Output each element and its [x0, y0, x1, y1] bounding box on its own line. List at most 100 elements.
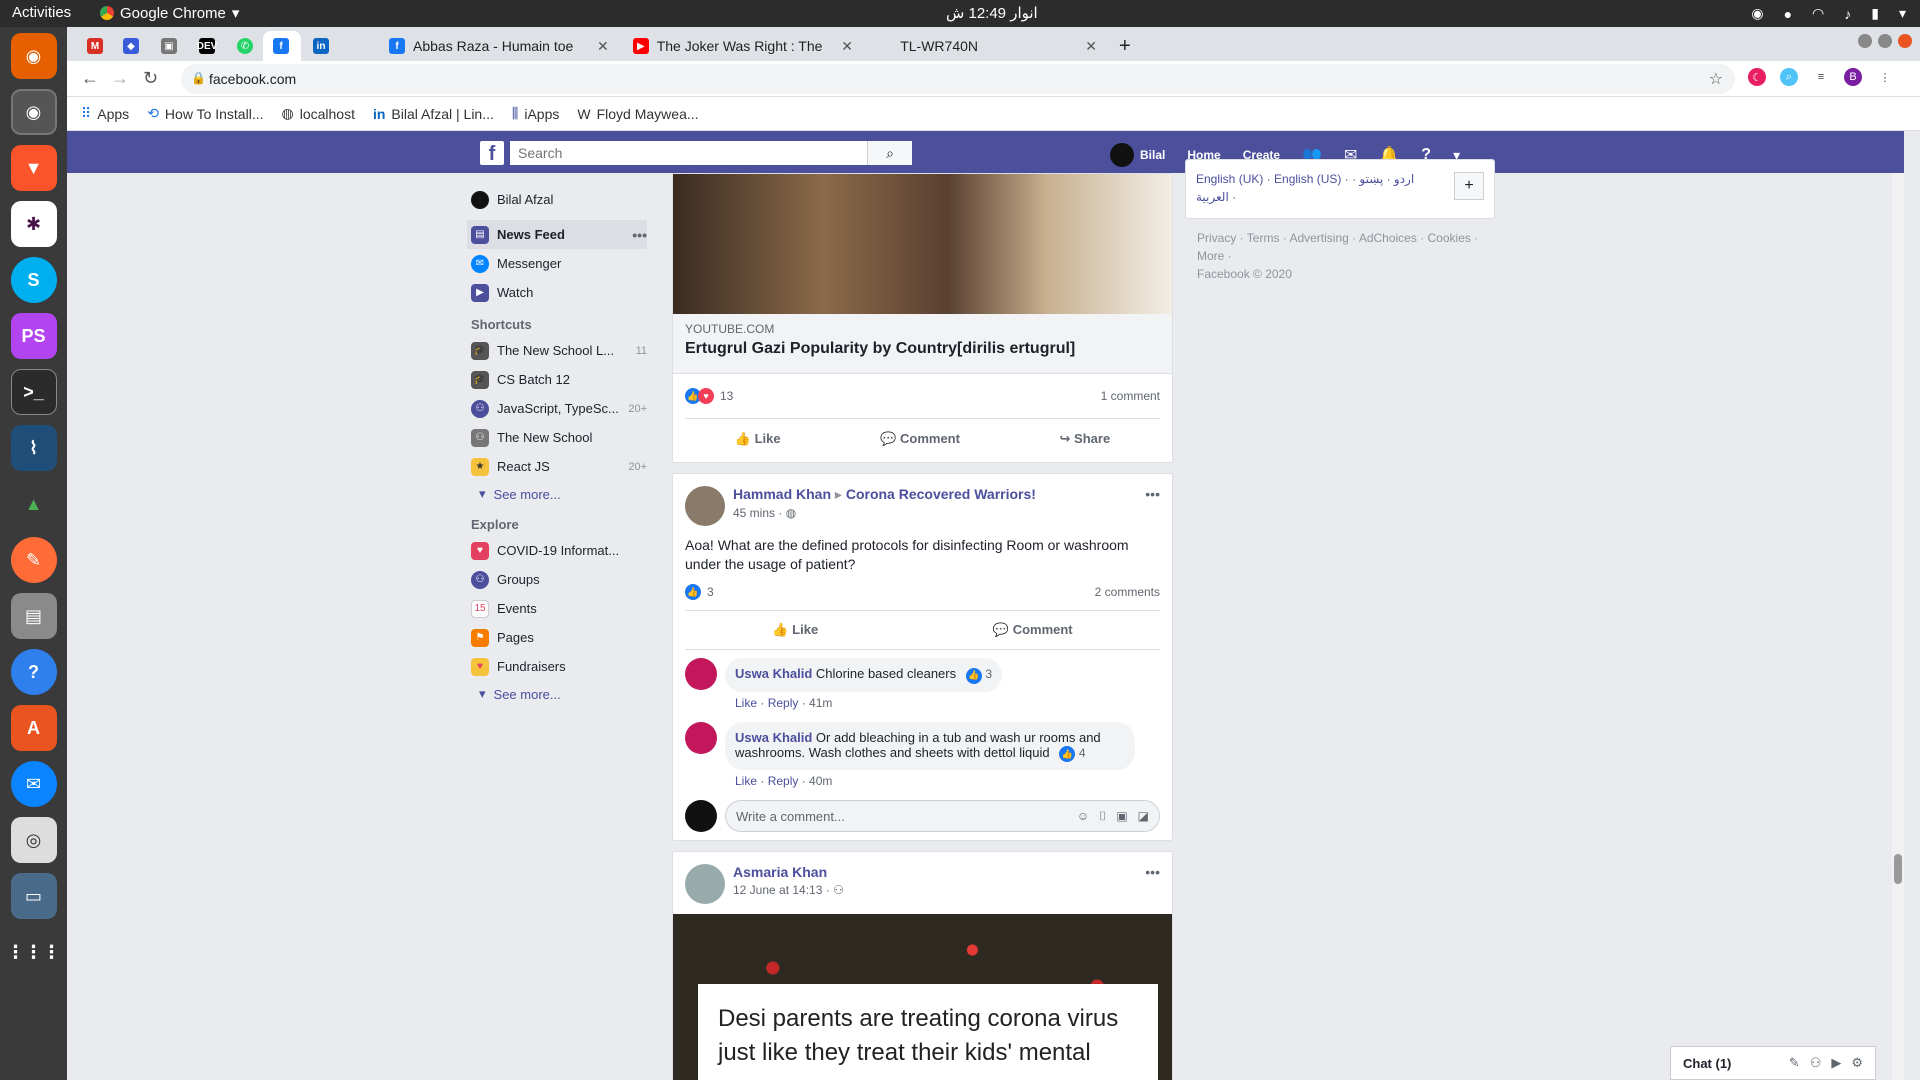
reload-button[interactable]: ↻: [143, 68, 158, 89]
lock-icon[interactable]: 🔒: [191, 71, 206, 85]
software-center-icon[interactable]: A: [10, 705, 57, 751]
back-button[interactable]: ←: [81, 68, 99, 89]
comment-like-link[interactable]: Like: [735, 774, 757, 788]
comment-time[interactable]: 41m: [809, 696, 832, 710]
sticker-icon[interactable]: ◪: [1138, 809, 1149, 824]
pinned-tab-dev[interactable]: DEV: [189, 31, 225, 61]
system-tray[interactable]: ◉ ● ◠ ♪ ▮ ▾: [1751, 5, 1906, 22]
minimize-button[interactable]: [1858, 34, 1872, 48]
shortcut-item[interactable]: ⚇ The New School: [467, 423, 647, 452]
comment-like-link[interactable]: Like: [735, 696, 757, 710]
comment-reply-link[interactable]: Reply: [768, 774, 799, 788]
gif-icon[interactable]: ▣: [1116, 809, 1127, 824]
like-button[interactable]: 👍 Like: [772, 622, 818, 638]
tab-router[interactable]: TL-WR740N ✕: [867, 31, 1107, 61]
post-time[interactable]: 45 mins ·: [733, 506, 782, 520]
close-icon[interactable]: ✕: [597, 38, 609, 55]
shortcut-item[interactable]: 🎓 The New School L... 11: [467, 336, 647, 365]
reaction-count[interactable]: 13: [720, 389, 733, 403]
explore-item-pages[interactable]: ⚑ Pages: [467, 623, 647, 652]
gear-icon[interactable]: ⚙: [1851, 1055, 1863, 1071]
post-time[interactable]: 12 June at 14:13 ·: [733, 883, 830, 897]
help-icon[interactable]: ?: [10, 649, 57, 695]
forward-button[interactable]: →: [111, 68, 129, 89]
chrome-icon[interactable]: ◉: [10, 89, 57, 135]
record-icon[interactable]: ●: [1784, 6, 1792, 22]
comment-input[interactable]: Write a comment...: [736, 809, 845, 824]
page-scrollbar[interactable]: [1892, 173, 1904, 1080]
bookmark-apps[interactable]: ⠿ Apps: [81, 105, 129, 122]
link-preview[interactable]: YOUTUBE.COM Ertugrul Gazi Popularity by …: [673, 314, 1172, 374]
add-language-button[interactable]: +: [1454, 172, 1484, 200]
friends-icon[interactable]: ⚇: [1810, 1055, 1822, 1071]
new-tab-button[interactable]: +: [1109, 31, 1141, 61]
pinned-tab-gmail[interactable]: M: [77, 31, 113, 61]
camera-icon[interactable]: ⌷: [1099, 809, 1106, 824]
comment-reaction-count[interactable]: 4: [1079, 746, 1086, 760]
terminal-icon[interactable]: >_: [10, 369, 57, 415]
thunderbird-icon[interactable]: ✉: [10, 761, 57, 807]
close-icon[interactable]: ✕: [841, 38, 853, 55]
phpstorm-icon[interactable]: PS: [10, 313, 57, 359]
search-input[interactable]: [510, 141, 880, 165]
close-window-button[interactable]: [1898, 34, 1912, 48]
comment-button[interactable]: 💬 Comment: [993, 622, 1073, 638]
avatar[interactable]: [685, 721, 717, 754]
like-button[interactable]: 👍 Like: [735, 431, 781, 447]
link-preview-image[interactable]: [673, 174, 1172, 314]
post-author[interactable]: Hammad Khan: [733, 486, 831, 502]
maximize-button[interactable]: [1878, 34, 1892, 48]
search-icon[interactable]: ⌕: [867, 141, 912, 165]
sidebar-item-messenger[interactable]: ✉ Messenger: [467, 249, 647, 278]
comment-count[interactable]: 2 comments: [1095, 585, 1160, 599]
footer-links[interactable]: Privacy · Terms · Advertising · AdChoice…: [1197, 229, 1497, 265]
facebook-logo-icon[interactable]: f: [480, 141, 504, 165]
wifi-icon[interactable]: ◠: [1812, 5, 1824, 22]
postman-icon[interactable]: ✎: [10, 537, 57, 583]
pinned-tab-facebook[interactable]: f: [263, 31, 301, 61]
comment-button[interactable]: 💬 Comment: [880, 431, 960, 447]
comment-reaction-count[interactable]: 3: [985, 667, 992, 681]
avatar[interactable]: [685, 658, 717, 690]
comment-input-box[interactable]: Write a comment... ☺ ⌷ ▣ ◪: [725, 800, 1160, 832]
speaker-icon[interactable]: ◎: [10, 817, 57, 863]
show-apps-icon[interactable]: ⋮⋮⋮: [7, 929, 61, 975]
more-options-icon[interactable]: •••: [1145, 864, 1160, 904]
tab-abbas-raza[interactable]: f Abbas Raza - Humain toe ✕: [379, 31, 619, 61]
pinned-tab-whatsapp[interactable]: ✆: [227, 31, 263, 61]
bookmark-linkedin[interactable]: in Bilal Afzal | Lin...: [373, 106, 494, 122]
kebab-menu-icon[interactable]: ⋮: [1876, 68, 1894, 86]
share-button[interactable]: ↪ Share: [1060, 431, 1111, 447]
comment-time[interactable]: 40m: [809, 774, 832, 788]
mysql-workbench-icon[interactable]: ⌇: [10, 425, 57, 471]
sidebar-item-news-feed[interactable]: ▤ News Feed •••: [467, 220, 647, 249]
address-bar[interactable]: 🔒 facebook.com ☆: [181, 64, 1735, 94]
scrollbar-thumb[interactable]: [1894, 854, 1902, 884]
battery-icon[interactable]: ▮: [1871, 5, 1879, 22]
avatar[interactable]: [685, 486, 725, 526]
more-options-icon[interactable]: •••: [1145, 486, 1160, 526]
post-author[interactable]: Asmaria Khan: [733, 864, 844, 880]
tab-joker[interactable]: ▶ The Joker Was Right : The ✕: [623, 31, 863, 61]
chat-label[interactable]: Chat (1): [1683, 1056, 1731, 1071]
monitor-icon[interactable]: ▭: [10, 873, 57, 919]
comment-author[interactable]: Uswa Khalid: [735, 666, 812, 681]
comment-count[interactable]: 1 comment: [1101, 389, 1160, 403]
bookmark-floyd[interactable]: W Floyd Maywea...: [577, 106, 698, 122]
files-icon[interactable]: ▤: [10, 593, 57, 639]
reaction-count[interactable]: 3: [707, 585, 714, 599]
volume-icon[interactable]: ♪: [1844, 6, 1851, 22]
explore-item-covid[interactable]: ♥ COVID-19 Informat...: [467, 536, 647, 565]
skype-icon[interactable]: S: [10, 257, 57, 303]
comment-author[interactable]: Uswa Khalid: [735, 730, 812, 745]
chrome-tray-icon[interactable]: ◉: [1751, 5, 1763, 22]
pinned-tab-2[interactable]: ◆: [113, 31, 149, 61]
pinned-tab-linkedin[interactable]: in: [303, 31, 339, 61]
robo-icon[interactable]: ▲: [10, 481, 57, 527]
video-call-icon[interactable]: ▶: [1831, 1055, 1841, 1071]
pinned-tab-3[interactable]: ▣: [151, 31, 187, 61]
language-links[interactable]: English (UK) · English (US) · اردو · پښت…: [1196, 170, 1436, 206]
post-image[interactable]: Desi parents are treating corona virus j…: [673, 914, 1172, 1080]
close-icon[interactable]: ✕: [1085, 38, 1097, 55]
brave-icon[interactable]: ▼: [10, 145, 57, 191]
